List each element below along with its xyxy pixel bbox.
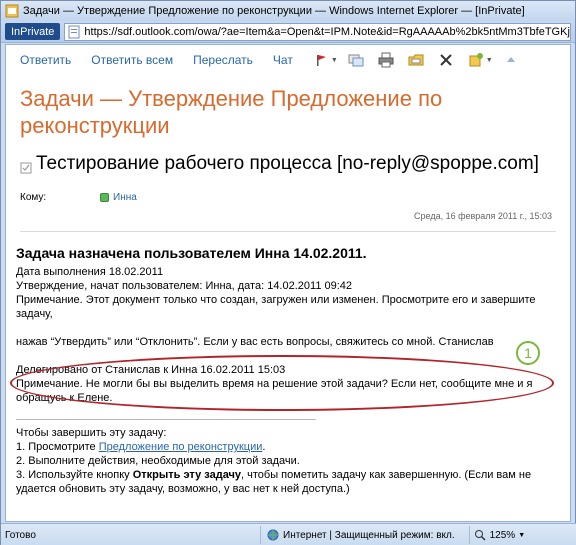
zoom-dropdown-icon[interactable]: ▼ (518, 532, 525, 539)
reply-all-button[interactable]: Ответить всем (91, 53, 173, 67)
workflow-started: Утверждение, начат пользователем: Инна, … (16, 280, 353, 292)
open-task-label: Открыть эту задачу (132, 469, 242, 481)
globe-icon (267, 529, 279, 541)
page-icon (67, 25, 81, 39)
to-label: Кому: (20, 192, 47, 203)
recipient-name: Инна (113, 192, 137, 203)
delegation-callout: 1 Делегировано от Станислав к Инна 16.02… (10, 341, 560, 411)
to-row: Кому: Инна (6, 175, 570, 203)
step-1: 1. Просмотрите Предложение по реконструк… (16, 440, 560, 454)
status-bar: Готово Интернет | Защищенный режим: вкл.… (1, 523, 576, 545)
due-date: Дата выполнения 18.02.2011 (16, 266, 164, 278)
zone-text: Интернет | Защищенный режим: вкл. (283, 529, 455, 541)
message-subject: Тестирование рабочего процесса [no-reply… (6, 139, 570, 175)
flag-dropdown-icon[interactable]: ▼ (331, 57, 338, 64)
title-bar: Задачи — Утверждение Предложение по реко… (1, 1, 575, 21)
flag-icon[interactable] (313, 52, 329, 68)
sent-date: Среда, 16 февраля 2011 г., 15:03 (414, 211, 552, 221)
chat-button[interactable]: Чат (273, 53, 293, 67)
status-text: Готово (5, 529, 36, 541)
url-text: https://sdf.outlook.com/owa/?ae=Item&a=O… (84, 25, 570, 38)
window-title: Задачи — Утверждение Предложение по реко… (23, 5, 525, 17)
presence-icon (100, 193, 109, 202)
subject-text: Тестирование рабочего процесса [no-reply… (36, 153, 539, 174)
body-heading: Задача назначена пользователем Инна 14.0… (16, 245, 367, 261)
document-link[interactable]: Предложение по реконструкции (99, 441, 263, 453)
security-zone[interactable]: Интернет | Защищенный режим: вкл. (260, 526, 461, 544)
print-icon[interactable] (378, 52, 394, 68)
instruction: нажав “Утвердить” или “Отклонить”. Если … (16, 336, 494, 348)
page-content: Ответить Ответить всем Переслать Чат ▼ ▼… (5, 44, 571, 522)
reply-button[interactable]: Ответить (20, 53, 71, 67)
options-dropdown-icon[interactable]: ▼ (486, 57, 493, 64)
forward-button[interactable]: Переслать (193, 53, 253, 67)
recipient[interactable]: Инна (100, 192, 137, 203)
url-field[interactable]: https://sdf.outlook.com/owa/?ae=Item&a=O… (64, 22, 571, 41)
zoom-control[interactable]: 125% ▼ (468, 526, 530, 544)
ie-app-icon (5, 4, 19, 18)
step-3: 3. Используйте кнопку Открыть эту задачу… (16, 468, 560, 496)
delegated-line: Делегировано от Станислав к Инна 16.02.2… (16, 364, 286, 376)
step-1-prefix: 1. Просмотрите (16, 441, 99, 453)
complete-intro: Чтобы завершить эту задачу: (16, 427, 167, 439)
item-toolbar: Ответить Ответить всем Переслать Чат ▼ ▼ (6, 45, 570, 75)
callout-marker: 1 (516, 341, 540, 365)
move-icon[interactable] (408, 52, 424, 68)
note: Примечание. Этот документ только что соз… (16, 294, 536, 320)
delete-icon[interactable] (438, 52, 454, 68)
zoom-value: 125% (489, 529, 516, 541)
zoom-icon (474, 529, 486, 541)
delegated-note: Примечание. Не могли бы вы выделить врем… (16, 378, 533, 404)
message-body: Задача назначена пользователем Инна 14.0… (6, 232, 570, 496)
step-2: 2. Выполните действия, необходимые для э… (16, 455, 300, 467)
item-title: Задачи — Утверждение Предложение по реко… (20, 86, 443, 138)
options-icon[interactable] (468, 52, 484, 68)
categories-icon[interactable] (348, 52, 364, 68)
up-icon[interactable] (503, 52, 519, 68)
step-1-suffix: . (262, 441, 266, 453)
task-icon (20, 158, 32, 174)
address-bar: InPrivate https://sdf.outlook.com/owa/?a… (1, 21, 575, 43)
body-divider (16, 419, 316, 420)
inprivate-badge[interactable]: InPrivate (5, 23, 61, 40)
browser-window: Задачи — Утверждение Предложение по реко… (0, 0, 576, 545)
step-3-prefix: 3. Используйте кнопку (16, 469, 133, 481)
